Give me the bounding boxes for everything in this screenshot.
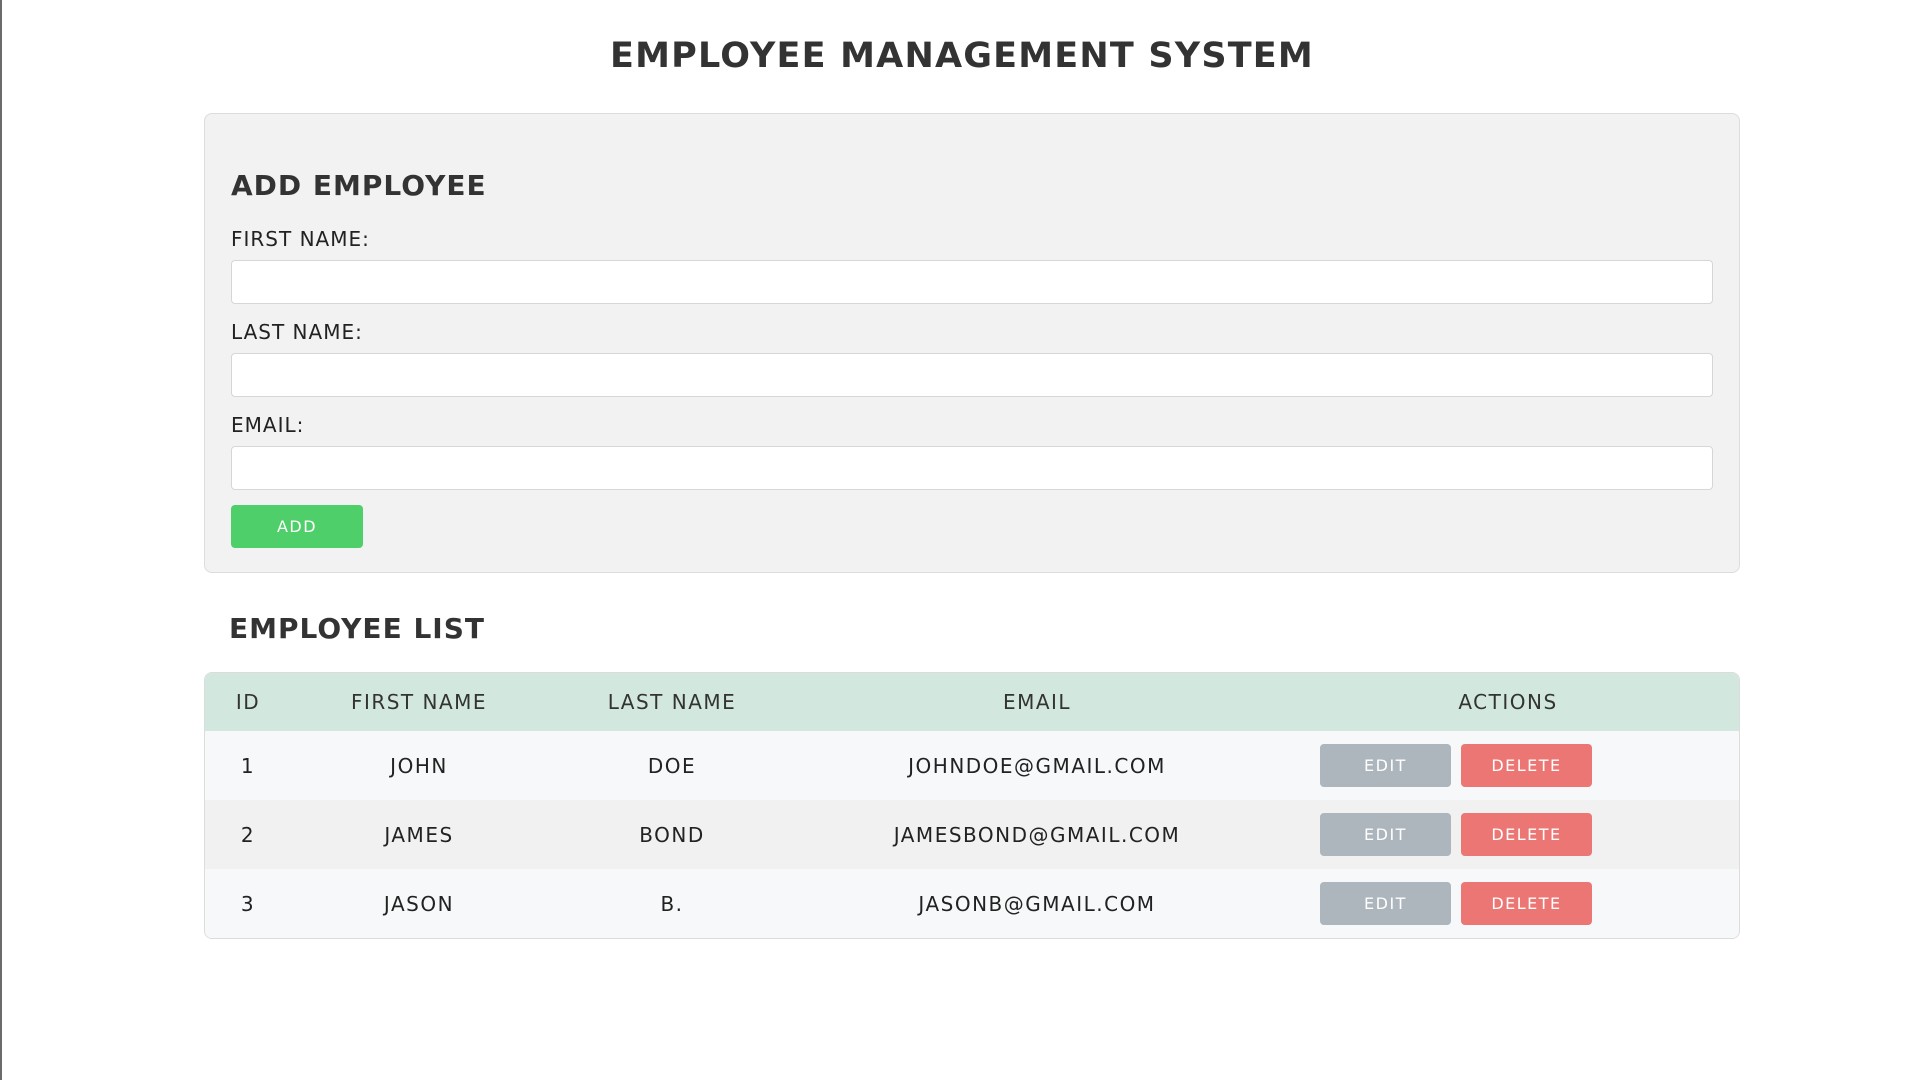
email-label: EMAIL: [231, 413, 305, 437]
cell-email: JOHNDOE@GMAIL.COM [908, 753, 1166, 778]
cell-actions: EDIT DELETE [1277, 731, 1739, 800]
cell-id: 1 [240, 753, 256, 778]
edit-button[interactable]: EDIT [1320, 813, 1451, 856]
cell-last-name: DOE [647, 753, 697, 778]
edit-button[interactable]: EDIT [1320, 882, 1451, 925]
page: EMPLOYEE MANAGEMENT SYSTEM ADD EMPLOYEE … [0, 0, 1920, 1080]
add-employee-form: ADD EMPLOYEE FIRST NAME: LAST NAME: EMAI… [204, 113, 1740, 573]
cell-actions: EDIT DELETE [1277, 869, 1739, 938]
cell-id: 2 [240, 822, 256, 847]
cell-last-name: B. [660, 891, 684, 916]
add-button[interactable]: ADD [231, 505, 363, 548]
cell-last-name: BOND [639, 822, 705, 847]
delete-button[interactable]: DELETE [1461, 744, 1592, 787]
row-actions: EDIT DELETE [1320, 813, 1592, 856]
column-header-actions: ACTIONS [1458, 690, 1558, 714]
cell-id: 3 [240, 891, 256, 916]
delete-button[interactable]: DELETE [1461, 813, 1592, 856]
cell-first-name: JASON [383, 891, 455, 916]
cell-first-name: JOHN [390, 753, 448, 778]
form-heading: ADD EMPLOYEE [231, 169, 487, 202]
cell-first-name: JAMES [384, 822, 454, 847]
employee-table: ID FIRST NAME LAST NAME EMAIL ACTIONS 1 … [205, 673, 1739, 938]
column-header-email: EMAIL [1002, 690, 1072, 714]
first-name-input[interactable] [231, 260, 1713, 304]
row-actions: EDIT DELETE [1320, 882, 1592, 925]
table-row: 1 JOHN DOE JOHNDOE@GMAIL.COM EDIT DELETE [205, 731, 1739, 800]
column-header-first-name: FIRST NAME [350, 690, 488, 714]
column-header-last-name: LAST NAME [607, 690, 737, 714]
cell-actions: EDIT DELETE [1277, 800, 1739, 869]
column-header-id: ID [235, 690, 261, 714]
table-row: 3 JASON B. JASONB@GMAIL.COM EDIT DELETE [205, 869, 1739, 938]
delete-button[interactable]: DELETE [1461, 882, 1592, 925]
cell-email: JAMESBOND@GMAIL.COM [893, 822, 1181, 847]
employee-table-container: ID FIRST NAME LAST NAME EMAIL ACTIONS 1 … [204, 672, 1740, 939]
first-name-label: FIRST NAME: [231, 227, 370, 251]
page-title: EMPLOYEE MANAGEMENT SYSTEM [610, 36, 1314, 76]
last-name-input[interactable] [231, 353, 1713, 397]
table-header-row: ID FIRST NAME LAST NAME EMAIL ACTIONS [205, 673, 1739, 731]
cell-email: JASONB@GMAIL.COM [918, 891, 1156, 916]
row-actions: EDIT DELETE [1320, 744, 1592, 787]
table-row: 2 JAMES BOND JAMESBOND@GMAIL.COM EDIT DEL… [205, 800, 1739, 869]
last-name-label: LAST NAME: [231, 320, 363, 344]
edit-button[interactable]: EDIT [1320, 744, 1451, 787]
employee-list-heading: EMPLOYEE LIST [229, 612, 485, 645]
email-input[interactable] [231, 446, 1713, 490]
